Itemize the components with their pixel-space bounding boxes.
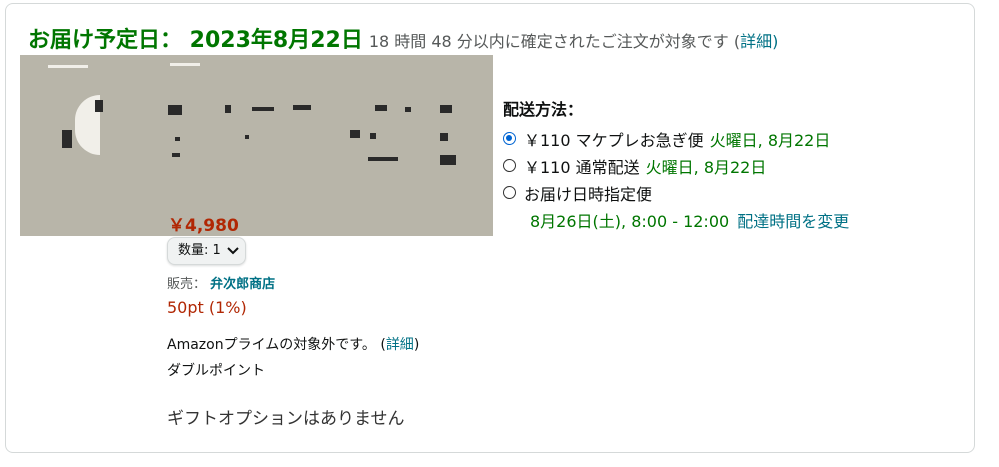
radio-icon[interactable]	[503, 159, 516, 172]
shipping-option-scheduled[interactable]: お届け日時指定便	[503, 179, 849, 206]
detail-link[interactable]: 詳細	[740, 32, 772, 51]
prime-detail-link[interactable]: 詳細	[386, 337, 414, 353]
chevron-down-icon	[227, 247, 239, 255]
quantity-label: 数量: 1	[178, 243, 221, 258]
gift-note: ギフトオプションはありません	[167, 409, 405, 429]
product-image[interactable]	[20, 55, 493, 236]
quantity-dropdown[interactable]: 数量: 1	[167, 237, 246, 265]
change-time-link[interactable]: 配達時間を変更	[737, 208, 849, 232]
prime-note: Amazonプライムの対象外です。 (詳細)	[167, 337, 420, 353]
radio-icon[interactable]	[503, 186, 516, 199]
seller-link[interactable]: 弁次郎商店	[210, 277, 275, 292]
delivery-note: 18 時間 48 分以内に確定されたご注文が対象です (詳細)	[368, 32, 779, 51]
double-point-text: ダブルポイント	[167, 363, 265, 379]
shipping-option-express[interactable]: ￥110 マケプレお急ぎ便 火曜日, 8月22日	[503, 125, 849, 152]
scheduled-time: 8月26日(土), 8:00 - 12:00	[530, 211, 730, 231]
scheduled-time-row: 8月26日(土), 8:00 - 12:00 配達時間を変更	[503, 206, 849, 233]
shipping-option-standard[interactable]: ￥110 通常配送 火曜日, 8月22日	[503, 152, 849, 179]
points-text: 50pt (1%)	[167, 298, 247, 317]
radio-selected-icon[interactable]	[503, 132, 516, 145]
delivery-date: お届け予定日： 2023年8月22日	[28, 28, 363, 53]
seller-label: 販売：	[167, 277, 207, 292]
item-price: ￥4,980	[168, 216, 239, 236]
shipping-title: 配送方法：	[503, 100, 584, 119]
seller-info: 販売： 弁次郎商店	[167, 273, 275, 292]
shipping-method: 配送方法： ￥110 マケプレお急ぎ便 火曜日, 8月22日 ￥110 通常配送…	[503, 96, 849, 233]
delivery-header: お届け予定日： 2023年8月22日 18 時間 48 分以内に確定されたご注文が…	[28, 22, 778, 54]
